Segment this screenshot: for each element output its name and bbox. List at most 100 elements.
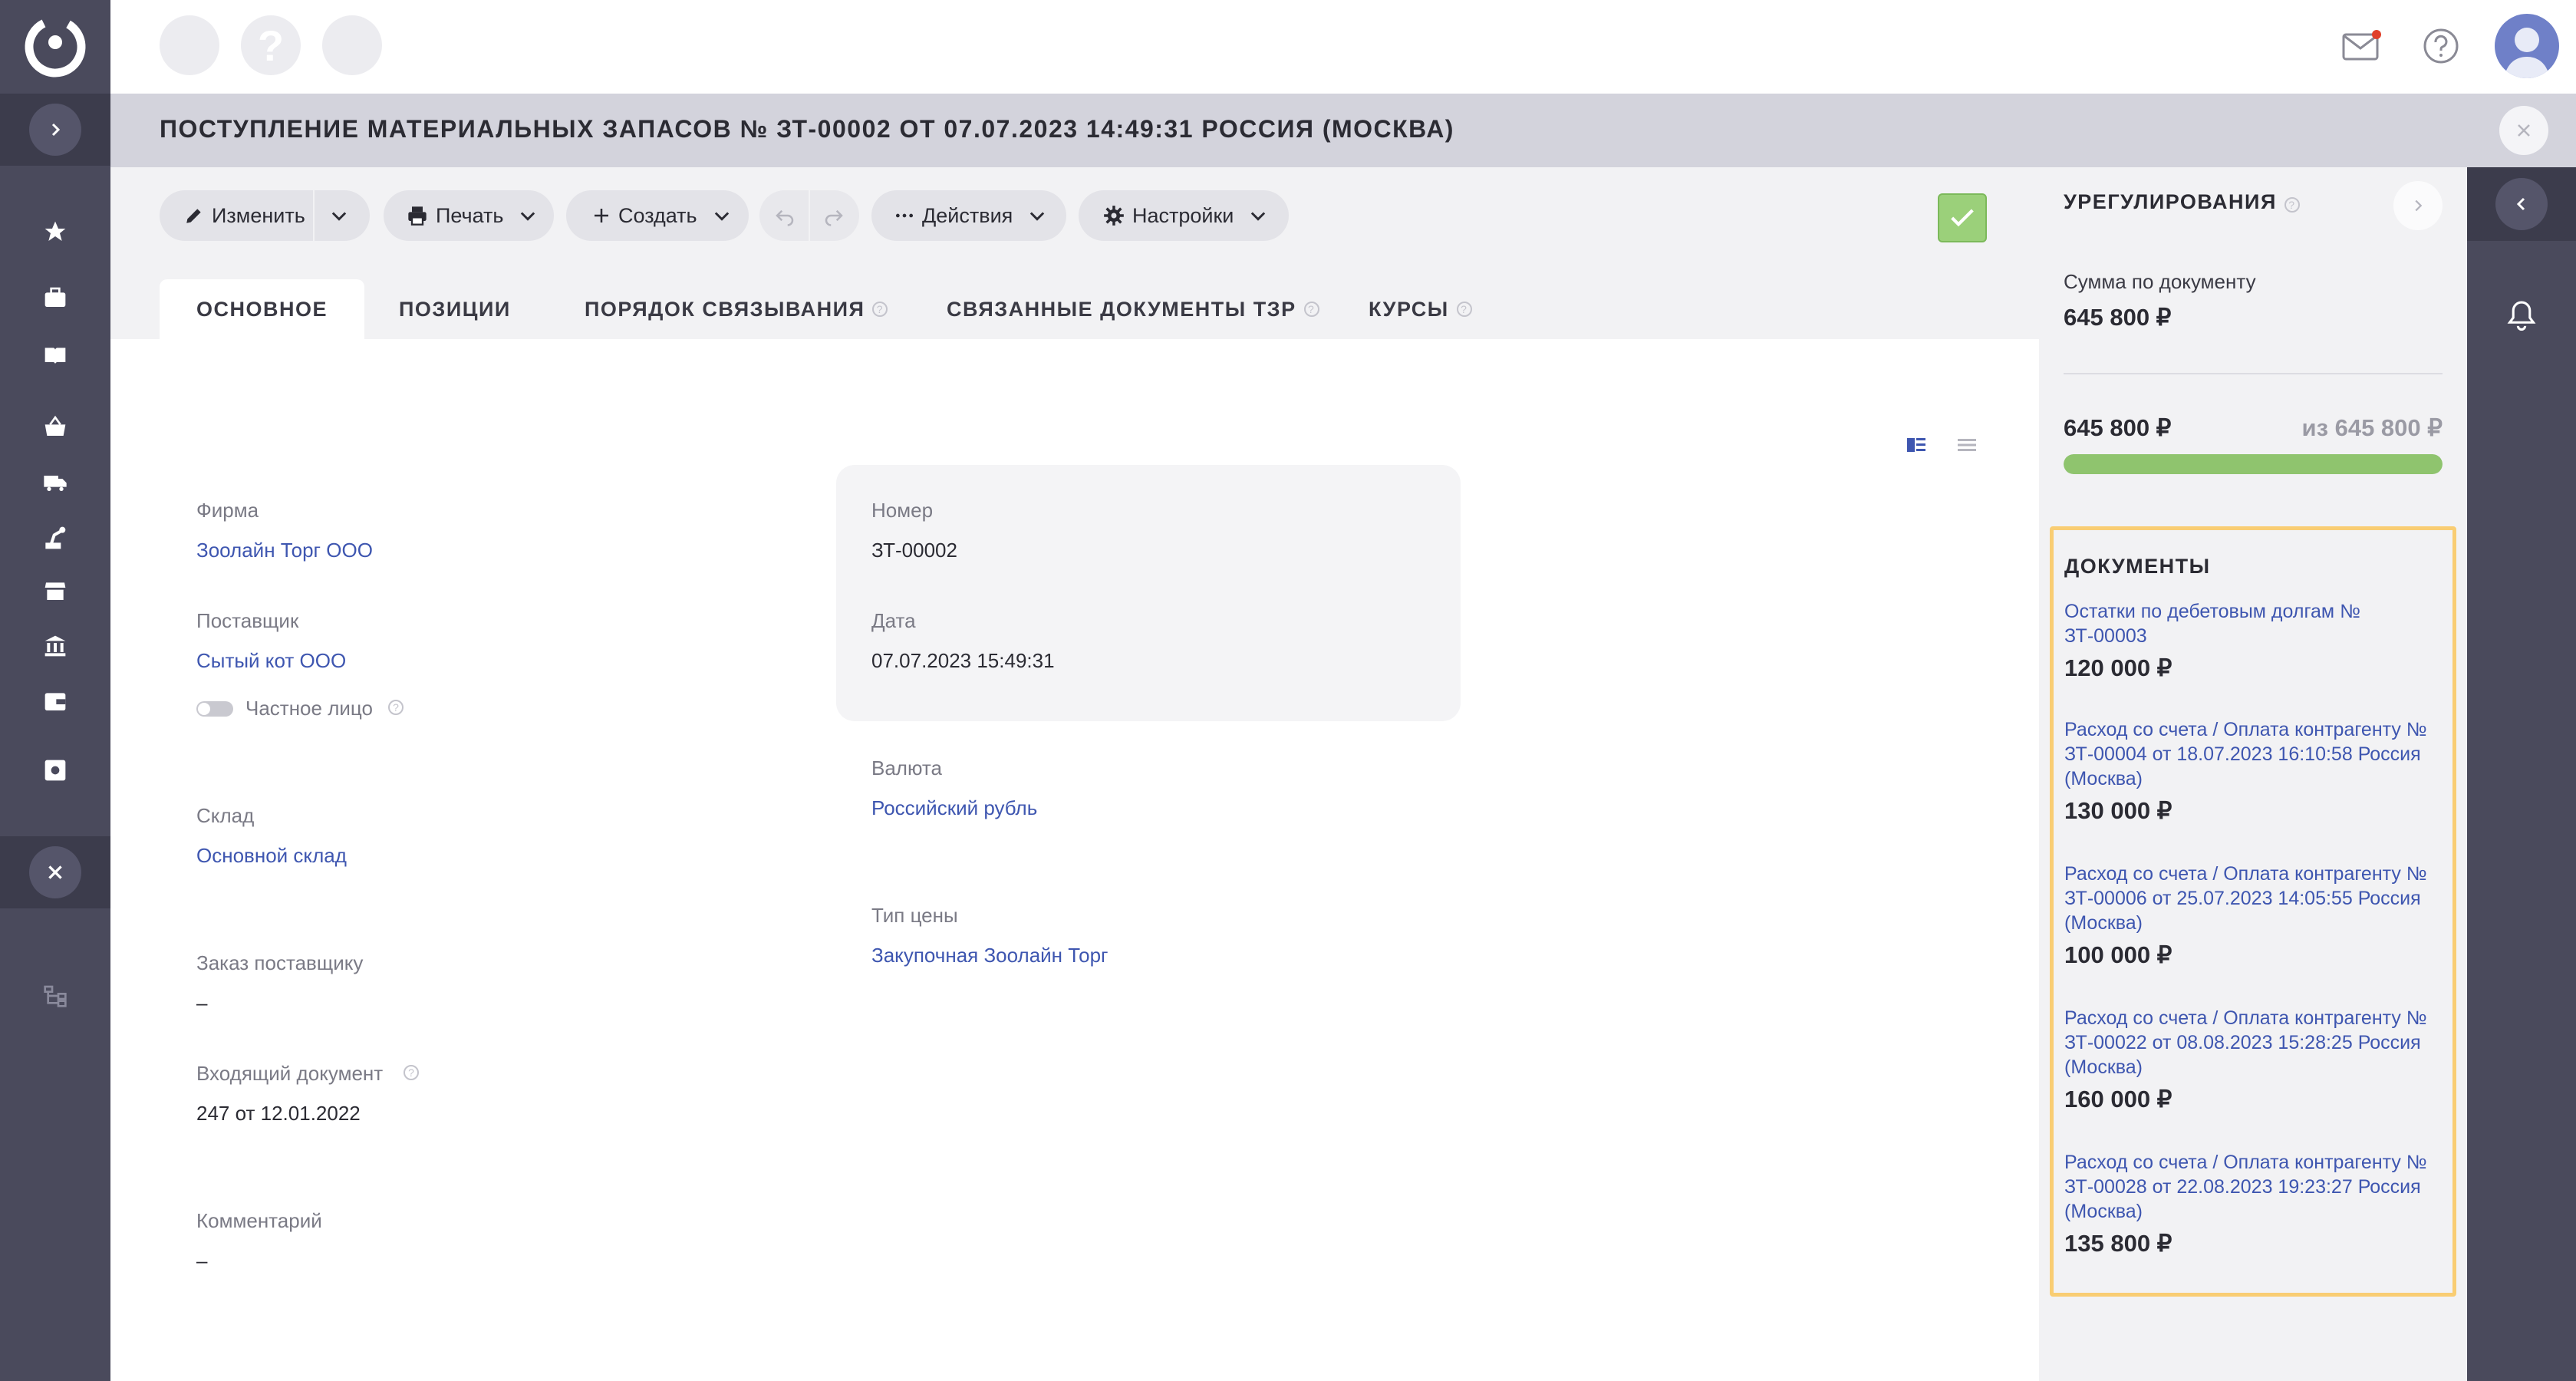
- close-document-button[interactable]: [2499, 106, 2548, 155]
- user-avatar[interactable]: [2495, 14, 2559, 78]
- documents-heading: ДОКУМЕНТЫ: [2064, 555, 2211, 578]
- settings-box-icon[interactable]: [37, 752, 74, 789]
- truck-icon[interactable]: [37, 463, 74, 500]
- supplier-link[interactable]: Сытый кот ООО: [196, 649, 346, 673]
- document-amount: 130 000 ₽: [2064, 797, 2172, 824]
- robot-arm-icon[interactable]: [37, 519, 74, 555]
- main-content: Изменить Печать Создать Действия Настрой…: [110, 167, 2039, 1381]
- document-item: Расход со счета / Оплата контрагенту № З…: [2064, 1006, 2448, 1113]
- document-link[interactable]: Остатки по дебетовым долгам № ЗТ-00003: [2064, 599, 2448, 648]
- actions-button[interactable]: Действия: [871, 190, 1066, 241]
- document-link[interactable]: Расход со счета / Оплата контрагенту № З…: [2064, 717, 2448, 791]
- settings-button[interactable]: Настройки: [1079, 190, 1289, 241]
- card-view-icon[interactable]: [1906, 436, 1927, 454]
- supplier-label: Поставщик: [196, 609, 299, 632]
- tab-bar: ОСНОВНОЕ ПОЗИЦИИ ПОРЯДОК СВЯЗЫВАНИЯ? СВЯ…: [110, 265, 2039, 339]
- favorites-icon[interactable]: [37, 213, 74, 250]
- help-icon: ?: [1303, 302, 1319, 317]
- incoming-doc-value: 247 от 12.01.2022: [196, 1102, 361, 1125]
- chevron-down-icon: [521, 212, 535, 221]
- collapse-right-panel-bar: [2467, 167, 2576, 241]
- document-link[interactable]: Расход со счета / Оплата контрагенту № З…: [2064, 1150, 2448, 1224]
- firm-link[interactable]: Зоолайн Торг ООО: [196, 539, 373, 562]
- document-link[interactable]: Расход со счета / Оплата контрагенту № З…: [2064, 1006, 2448, 1079]
- comment-label: Комментарий: [196, 1209, 322, 1232]
- tab-label: ПОЗИЦИИ: [399, 297, 511, 321]
- tab-label: ПОРЯДОК СВЯЗЫВАНИЯ: [585, 297, 865, 321]
- chevron-down-icon: [1030, 212, 1045, 221]
- toolbar: Изменить Печать Создать Действия Настрой…: [110, 167, 2039, 265]
- top-placeholder-glyph: ?: [257, 21, 285, 70]
- chevron-right-icon: [51, 123, 61, 137]
- help-icon: ?: [404, 1065, 419, 1080]
- mail-icon[interactable]: [2337, 21, 2386, 71]
- top-bar: ?: [110, 0, 2576, 94]
- app-logo[interactable]: [0, 0, 110, 94]
- print-button[interactable]: Печать: [384, 190, 554, 241]
- document-link[interactable]: Расход со счета / Оплата контрагенту № З…: [2064, 862, 2448, 935]
- list-view-icon[interactable]: [1956, 436, 1978, 454]
- document-amount: 135 800 ₽: [2064, 1230, 2172, 1257]
- tab-rates[interactable]: КУРСЫ?: [1369, 279, 1472, 339]
- close-sidebar-button[interactable]: [29, 846, 81, 898]
- book-icon[interactable]: [37, 338, 74, 374]
- bell-icon[interactable]: [2502, 296, 2541, 335]
- expand-sidebar-button[interactable]: [29, 104, 81, 156]
- document-item: Расход со счета / Оплата контрагенту № З…: [2064, 862, 2448, 969]
- settings-button-label: Настройки: [1132, 203, 1234, 227]
- bank-icon[interactable]: [37, 628, 74, 664]
- top-placeholder-button-3[interactable]: [322, 15, 382, 75]
- chevron-down-icon[interactable]: [328, 205, 350, 226]
- hierarchy-icon[interactable]: [37, 977, 74, 1014]
- tab-related-documents[interactable]: СВЯЗАННЫЕ ДОКУМЕНТЫ ТЗР?: [947, 279, 1319, 339]
- edit-button[interactable]: Изменить: [160, 190, 370, 241]
- right-sidebar: [2467, 167, 2576, 1381]
- price-type-link[interactable]: Закупочная Зоолайн Торг: [871, 944, 1108, 967]
- confirm-button[interactable]: [1938, 193, 1987, 242]
- page-title: ПОСТУПЛЕНИЕ МАТЕРИАЛЬНЫХ ЗАПАСОВ № ЗТ-00…: [160, 115, 1454, 143]
- collapse-right-panel-button[interactable]: [2495, 178, 2548, 230]
- settlements-panel: УРЕГУЛИРОВАНИЯ? Сумма по документу 645 8…: [2039, 167, 2467, 1381]
- create-button[interactable]: Создать: [566, 190, 749, 241]
- price-type-label: Тип цены: [871, 904, 958, 927]
- split-separator: [809, 190, 810, 241]
- number-value: ЗТ-00002: [871, 539, 957, 562]
- progress-fill: [2064, 454, 2443, 474]
- top-placeholder-button-1[interactable]: [160, 15, 219, 75]
- close-icon: [48, 865, 62, 879]
- settlement-progress-bar: [2064, 454, 2443, 474]
- doc-sum-value: 645 800 ₽: [2064, 304, 2172, 331]
- gear-icon: [1104, 206, 1124, 226]
- tab-label: ОСНОВНОЕ: [196, 297, 328, 321]
- tab-main[interactable]: ОСНОВНОЕ: [160, 279, 365, 339]
- pencil-icon: [186, 209, 201, 223]
- private-person-label: Частное лицо: [245, 697, 373, 720]
- top-placeholder-button-2[interactable]: ?: [241, 15, 301, 75]
- wallet-icon[interactable]: [37, 683, 74, 720]
- settlements-next-button[interactable]: [2393, 181, 2443, 230]
- help-icon: ?: [2284, 197, 2300, 213]
- help-icon: ?: [1456, 302, 1472, 317]
- chevron-right-icon: [2415, 199, 2423, 212]
- date-label: Дата: [871, 609, 916, 632]
- close-icon: [2518, 124, 2530, 137]
- create-button-label: Создать: [618, 203, 697, 227]
- warehouse-link[interactable]: Основной склад: [196, 844, 347, 868]
- briefcase-icon[interactable]: [37, 279, 74, 316]
- tab-label: СВЯЗАННЫЕ ДОКУМЕНТЫ ТЗР: [947, 297, 1296, 321]
- tab-positions[interactable]: ПОЗИЦИИ: [399, 279, 511, 339]
- plus-icon: [595, 209, 608, 222]
- basket-icon[interactable]: [37, 408, 74, 445]
- undo-icon[interactable]: [773, 204, 796, 227]
- store-icon[interactable]: [37, 572, 74, 609]
- document-amount: 100 000 ₽: [2064, 941, 2172, 968]
- tab-binding-order[interactable]: ПОРЯДОК СВЯЗЫВАНИЯ?: [585, 279, 888, 339]
- redo-icon[interactable]: [822, 204, 845, 227]
- supplier-order-value: –: [196, 991, 208, 1014]
- chevron-down-icon: [714, 212, 729, 221]
- help-icon[interactable]: [2416, 21, 2466, 71]
- more-dots-icon: [895, 213, 914, 218]
- undo-redo-group: [759, 190, 859, 241]
- currency-link[interactable]: Российский рубль: [871, 796, 1037, 820]
- private-person-toggle[interactable]: [196, 701, 233, 717]
